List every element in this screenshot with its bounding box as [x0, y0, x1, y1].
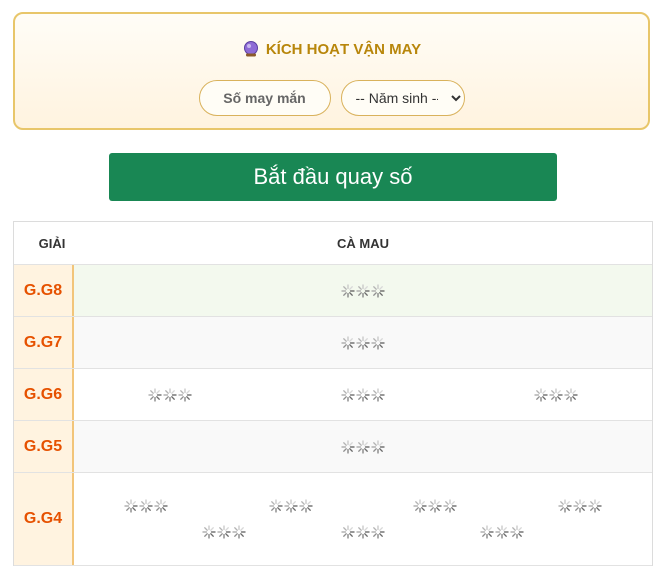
result-number-placeholder: [341, 525, 385, 539]
lucky-controls: -- Năm sinh --: [15, 80, 648, 116]
loading-spinner-icon: [428, 499, 442, 513]
loading-spinner-icon: [178, 387, 192, 402]
loading-spinner-icon: [371, 283, 385, 298]
loading-spinner-icon: [480, 525, 494, 539]
table-row: G.G5: [14, 421, 652, 473]
loading-spinner-icon: [356, 283, 370, 298]
table-row: G.G4: [14, 473, 652, 566]
header-prize: GIẢI: [38, 235, 66, 251]
result-number-placeholder: [341, 439, 385, 454]
loading-spinner-icon: [163, 387, 177, 402]
loading-spinner-icon: [510, 525, 524, 539]
result-table: GIẢI CÀ MAU G.G8 G.G7 G.G6 G.G5 G.G4: [13, 221, 653, 566]
prize-values: [74, 369, 652, 420]
result-number-placeholder: [341, 387, 385, 402]
result-number-placeholder: [202, 525, 246, 539]
loading-spinner-icon: [371, 387, 385, 402]
loading-spinner-icon: [548, 387, 563, 402]
loading-spinner-icon: [413, 499, 427, 513]
loading-spinner-icon: [573, 499, 587, 513]
table-row: G.G8: [14, 265, 652, 317]
prize-values: [74, 421, 652, 472]
table-row: G.G6: [14, 369, 652, 421]
loading-spinner-icon: [341, 439, 355, 454]
result-number-placeholder: [341, 283, 385, 298]
loading-spinner-icon: [284, 499, 298, 513]
result-number-placeholder: [480, 525, 524, 539]
loading-spinner-icon: [341, 525, 355, 539]
result-number-placeholder: [533, 387, 578, 402]
loading-spinner-icon: [341, 387, 355, 402]
prize-label: G.G8: [14, 265, 74, 316]
prize-label: G.G7: [14, 317, 74, 368]
loading-spinner-icon: [356, 335, 370, 350]
prize-values: [74, 473, 652, 565]
loading-spinner-icon: [495, 525, 509, 539]
prize-values-line: [74, 499, 652, 513]
loading-spinner-icon: [139, 499, 153, 513]
header-province: CÀ MAU: [337, 235, 389, 251]
loading-spinner-icon: [341, 335, 355, 350]
prize-label: G.G4: [14, 473, 74, 565]
lucky-title-text: KÍCH HOẠT VẬN MAY: [265, 40, 422, 58]
loading-spinner-icon: [217, 525, 231, 539]
birth-year-select[interactable]: -- Năm sinh --: [340, 80, 465, 116]
table-row: G.G7: [14, 317, 652, 369]
prize-values: [74, 265, 652, 316]
prize-label: G.G6: [14, 369, 74, 420]
loading-spinner-icon: [558, 499, 572, 513]
result-number-placeholder: [148, 387, 192, 402]
loading-spinner-icon: [341, 283, 355, 298]
lucky-number-input[interactable]: [198, 80, 331, 116]
loading-spinner-icon: [148, 387, 162, 402]
prize-values: [74, 317, 652, 368]
loading-spinner-icon: [371, 335, 385, 350]
result-number-placeholder: [269, 499, 313, 513]
loading-spinner-icon: [269, 499, 283, 513]
result-number-placeholder: [413, 499, 457, 513]
result-number-placeholder: [341, 335, 385, 350]
loading-spinner-icon: [533, 387, 548, 402]
loading-spinner-icon: [371, 439, 385, 454]
lucky-title: KÍCH HOẠT VẬN MAY: [15, 40, 648, 58]
loading-spinner-icon: [356, 439, 370, 454]
loading-spinner-icon: [299, 499, 313, 513]
loading-spinner-icon: [443, 499, 457, 513]
loading-spinner-icon: [124, 499, 138, 513]
prize-values-line: [74, 525, 652, 539]
table-header: GIẢI CÀ MAU: [14, 222, 652, 265]
crystal-ball-icon: [243, 41, 258, 57]
lucky-activation-panel: KÍCH HOẠT VẬN MAY -- Năm sinh --: [13, 12, 650, 130]
result-number-placeholder: [124, 499, 168, 513]
loading-spinner-icon: [154, 499, 168, 513]
prize-label: G.G5: [14, 421, 74, 472]
loading-spinner-icon: [356, 525, 370, 539]
result-number-placeholder: [558, 499, 602, 513]
loading-spinner-icon: [202, 525, 216, 539]
loading-spinner-icon: [588, 499, 602, 513]
loading-spinner-icon: [232, 525, 246, 539]
loading-spinner-icon: [563, 387, 578, 402]
start-spin-button[interactable]: Bắt đầu quay số: [109, 153, 557, 201]
loading-spinner-icon: [371, 525, 385, 539]
loading-spinner-icon: [356, 387, 370, 402]
